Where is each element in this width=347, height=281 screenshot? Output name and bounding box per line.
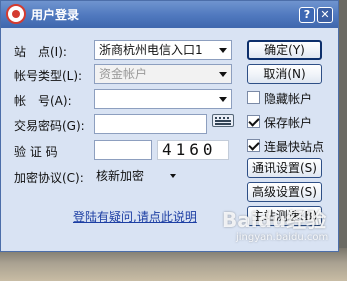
site-value: 浙商杭州电信入口1 <box>99 43 203 57</box>
comm-settings-button[interactable]: 通讯设置(S) <box>247 158 322 178</box>
help-button[interactable]: ? <box>299 7 315 23</box>
save-account-label: 保存帐户 <box>264 116 313 130</box>
encryption-label: 加密协议(C): <box>14 171 84 185</box>
chevron-down-icon[interactable] <box>219 48 227 53</box>
hide-account-label: 隐藏帐户 <box>264 92 313 106</box>
titlebar: 用户登录 ? ✕ <box>1 1 338 28</box>
advanced-settings-button[interactable]: 高级设置(S) <box>247 182 322 202</box>
cancel-button[interactable]: 取消(N) <box>247 64 322 84</box>
watermark-logo: Baidu经验 <box>222 208 327 232</box>
site-select[interactable]: 浙商杭州电信入口1 <box>94 40 232 60</box>
soft-keyboard-icon[interactable] <box>212 114 234 127</box>
help-link[interactable]: 登陆有疑问,请点此说明 <box>73 208 197 225</box>
captcha-input[interactable] <box>94 140 152 160</box>
account-type-label: 帐号类型(L): <box>14 69 83 83</box>
chevron-down-icon[interactable] <box>170 174 176 178</box>
account-input[interactable] <box>94 89 232 109</box>
fastest-site-check-box[interactable] <box>247 139 260 152</box>
fastest-site-label: 连最快站点 <box>264 140 325 154</box>
site-label: 站 点(I): <box>14 45 67 59</box>
confirm-button[interactable]: 确定(Y) <box>247 40 322 60</box>
encryption-select[interactable]: 核新加密 <box>94 166 182 186</box>
hide-account-check-box[interactable] <box>247 91 260 104</box>
captcha-label: 验 证 码 <box>14 145 58 159</box>
trade-password-label: 交易密码(G): <box>14 119 85 133</box>
watermark-url: jingyan.baidu.com <box>236 232 329 243</box>
window-title: 用户登录 <box>31 8 80 22</box>
save-account-check-box[interactable] <box>247 115 260 128</box>
account-label: 帐 号(A): <box>14 94 72 108</box>
trade-password-input[interactable] <box>94 114 207 134</box>
chevron-down-icon[interactable] <box>219 72 227 77</box>
close-button[interactable]: ✕ <box>317 7 333 23</box>
background-desktop <box>0 248 347 281</box>
account-type-select[interactable]: 资金帐户 <box>94 64 232 84</box>
app-logo-icon <box>6 4 26 24</box>
encryption-value: 核新加密 <box>96 169 145 183</box>
captcha-image[interactable]: 4160 <box>157 140 229 160</box>
account-type-value: 资金帐户 <box>99 67 148 81</box>
chevron-down-icon[interactable] <box>219 97 227 102</box>
